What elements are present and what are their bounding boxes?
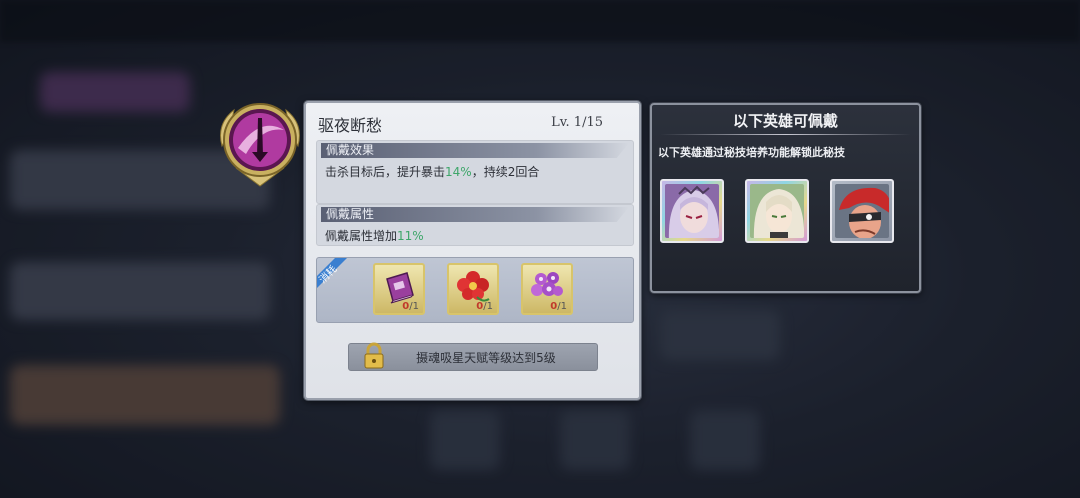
hero-portrait-red-hood xyxy=(835,184,889,238)
cost-item-red-flower[interactable]: 0/1 xyxy=(447,263,499,315)
hero-portrait-white-hair xyxy=(750,184,804,238)
cost-section: 消耗 0/1 0/1 0/1 xyxy=(316,257,634,323)
title-divider xyxy=(660,134,911,135)
attribute-text-prefix: 佩戴属性增加 xyxy=(325,229,398,243)
cost-item-count: 0/1 xyxy=(476,301,493,312)
unlock-requirement-text: 摄魂吸星天赋等级达到5级 xyxy=(416,351,556,365)
effect-value: 14% xyxy=(445,165,472,179)
skill-level: Lv. 1/15 xyxy=(551,115,603,130)
purple-flower-icon xyxy=(531,272,563,296)
attribute-description: 佩戴属性增加11% xyxy=(317,222,633,244)
effect-text-prefix: 击杀目标后，提升暴击 xyxy=(325,165,446,179)
hero-slot-3[interactable] xyxy=(830,179,894,243)
eligible-heroes-panel: 以下英雄可佩戴 以下英雄通过秘技培养功能解锁此秘技 xyxy=(650,103,921,293)
attribute-section-title: 佩戴属性 xyxy=(321,207,629,222)
hero-slot-2[interactable] xyxy=(745,179,809,243)
item-needed: /1 xyxy=(409,301,419,312)
skill-detail-panel: 驱夜断愁 Lv. 1/15 佩戴效果 击杀目标后，提升暴击14%，持续2回合 佩… xyxy=(304,101,641,400)
item-needed: /1 xyxy=(483,301,493,312)
attribute-section: 佩戴属性 佩戴属性增加11% xyxy=(316,204,634,246)
cost-item-count: 0/1 xyxy=(550,301,567,312)
red-flower-icon xyxy=(457,271,490,302)
effect-text-suffix: ，持续2回合 xyxy=(471,165,540,179)
skill-emblem-icon xyxy=(212,96,308,188)
item-needed: /1 xyxy=(557,301,567,312)
hero-portrait-silver-hair xyxy=(665,184,719,238)
hero-slot-1[interactable] xyxy=(660,179,724,243)
skill-name: 驱夜断愁 xyxy=(318,116,383,135)
effect-description: 击杀目标后，提升暴击14%，持续2回合 xyxy=(317,158,633,180)
purple-book-icon xyxy=(386,272,414,304)
heroes-panel-title: 以下英雄可佩戴 xyxy=(732,112,838,130)
cost-item-count: 0/1 xyxy=(402,301,419,312)
effect-section: 佩戴效果 击杀目标后，提升暴击14%，持续2回合 xyxy=(316,140,634,204)
unlock-requirement-bar[interactable]: 摄魂吸星天赋等级达到5级 xyxy=(348,342,598,371)
cost-item-book[interactable]: 0/1 xyxy=(373,263,425,315)
effect-section-title: 佩戴效果 xyxy=(321,143,629,158)
attribute-value: 11% xyxy=(397,229,424,243)
cost-item-purple-flower[interactable]: 0/1 xyxy=(521,263,573,315)
cost-ribbon: 消耗 xyxy=(317,258,353,296)
heroes-panel-subtitle: 以下英雄通过秘技培养功能解锁此秘技 xyxy=(658,146,845,159)
